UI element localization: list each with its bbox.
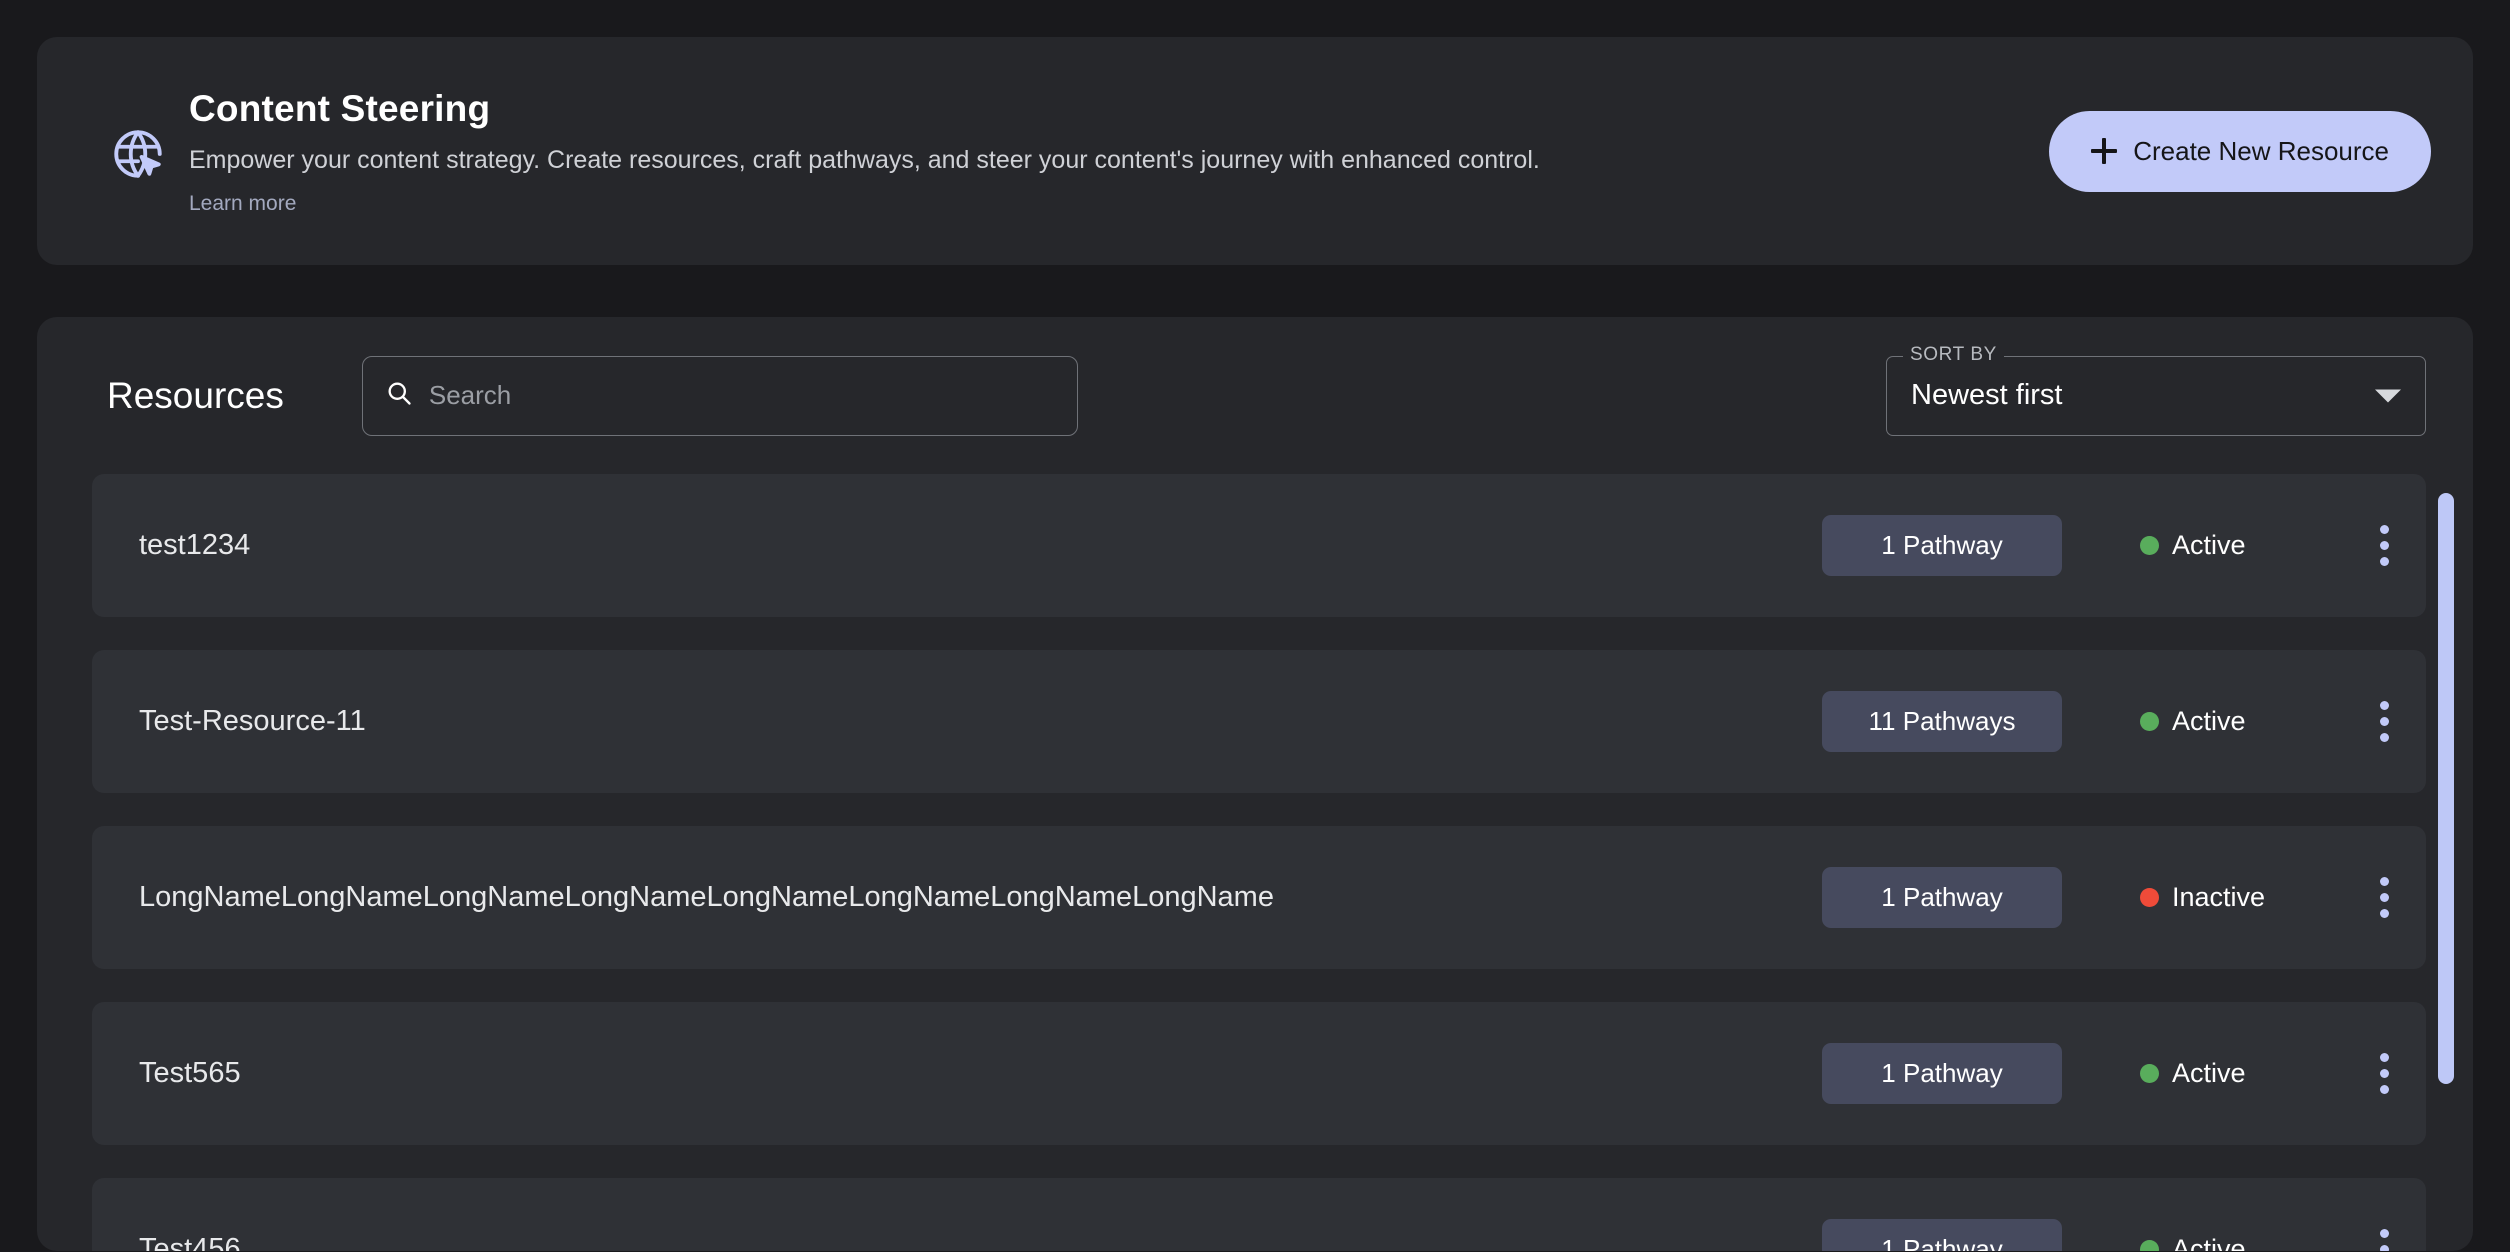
status-label: Active <box>2172 530 2246 560</box>
resource-list: test1234 1 Pathway Active Test-Resource-11 1… <box>37 474 2473 1251</box>
resource-name: LongNameLongNameLongNameLongNameLongName… <box>139 881 1274 913</box>
table-row[interactable]: LongNameLongNameLongNameLongNameLongName… <box>92 826 2426 969</box>
resources-toolbar: Resources SORT BY Newest first <box>37 317 2473 474</box>
pathway-count-chip[interactable]: 1 Pathway <box>1822 867 2062 928</box>
more-vertical-icon[interactable] <box>2342 474 2426 617</box>
table-row[interactable]: Test456 1 Pathway Active <box>92 1178 2426 1251</box>
status-badge: Active <box>2062 1058 2342 1089</box>
page-root: Content Steering Empower your content st… <box>0 37 2510 1252</box>
learn-more-link[interactable]: Learn more <box>189 192 296 216</box>
table-row[interactable]: test1234 1 Pathway Active <box>92 474 2426 617</box>
create-new-resource-button[interactable]: Create New Resource <box>2049 110 2431 192</box>
pathway-count-chip[interactable]: 11 Pathways <box>1822 691 2062 752</box>
status-dot-icon <box>2140 888 2159 907</box>
status-dot-icon <box>2140 1240 2159 1251</box>
status-badge: Active <box>2062 1234 2342 1251</box>
table-row[interactable]: Test565 1 Pathway Active <box>92 1002 2426 1145</box>
content-steering-banner: Content Steering Empower your content st… <box>37 37 2473 265</box>
sort-by-legend: SORT BY <box>1903 343 2004 366</box>
resources-panel: Resources SORT BY Newest first test1234 1… <box>37 317 2473 1251</box>
more-vertical-icon[interactable] <box>2342 826 2426 969</box>
sort-by-select[interactable]: SORT BY Newest first <box>1886 343 2426 436</box>
plus-icon <box>2091 138 2118 164</box>
resource-name: Test456 <box>139 1233 241 1251</box>
search-input[interactable] <box>428 380 1055 411</box>
page-description: Empower your content strategy. Create re… <box>189 146 1540 175</box>
status-badge: Active <box>2062 530 2342 561</box>
resource-name: test1234 <box>139 529 251 561</box>
scrollbar-thumb[interactable] <box>2438 493 2454 1084</box>
search-field[interactable] <box>361 355 1078 436</box>
status-dot-icon <box>2140 712 2159 731</box>
status-dot-icon <box>2140 1064 2159 1083</box>
banner-text-block: Content Steering Empower your content st… <box>189 86 2049 216</box>
resource-list-scrollbar[interactable] <box>2438 474 2454 1244</box>
status-dot-icon <box>2140 536 2159 555</box>
more-vertical-icon[interactable] <box>2342 650 2426 793</box>
chevron-down-icon <box>2375 389 2401 402</box>
create-new-resource-label: Create New Resource <box>2133 135 2389 166</box>
search-icon <box>385 379 413 412</box>
more-vertical-icon[interactable] <box>2342 1002 2426 1145</box>
status-badge: Inactive <box>2062 882 2342 913</box>
resources-heading: Resources <box>107 374 284 416</box>
pathway-count-chip[interactable]: 1 Pathway <box>1822 1043 2062 1104</box>
status-label: Active <box>2172 1058 2246 1088</box>
pathway-count-chip[interactable]: 1 Pathway <box>1822 1219 2062 1251</box>
resource-name: Test565 <box>139 1057 241 1089</box>
status-label: Active <box>2172 1234 2246 1251</box>
resource-name: Test-Resource-11 <box>139 705 366 737</box>
sort-by-value: Newest first <box>1911 379 2063 411</box>
page-title: Content Steering <box>189 88 491 130</box>
table-row[interactable]: Test-Resource-11 11 Pathways Active <box>92 650 2426 793</box>
status-label: Active <box>2172 706 2246 736</box>
more-vertical-icon[interactable] <box>2342 1178 2426 1251</box>
pathway-count-chip[interactable]: 1 Pathway <box>1822 515 2062 576</box>
status-label: Inactive <box>2172 882 2266 912</box>
globe-cursor-icon <box>107 123 169 185</box>
status-badge: Active <box>2062 706 2342 737</box>
